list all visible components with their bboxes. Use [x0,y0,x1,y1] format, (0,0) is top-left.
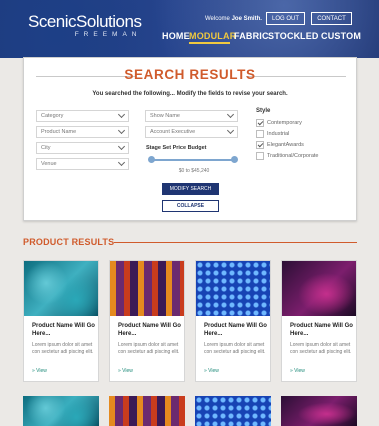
product-description: Lorem ipsum dolor sit amet con sectetur … [118,342,180,355]
product-image[interactable] [195,396,271,426]
product-name: Product Name Will Go Here... [32,323,95,337]
product-name-select[interactable]: Product Name [36,126,129,138]
product-name: Product Name Will Go Here... [118,323,181,337]
view-link[interactable]: » View [118,368,133,374]
product-name-select-value: Product Name [41,129,77,135]
city-select[interactable]: City [36,142,129,154]
site-header: ScenicSolutions FREEMAN Welcome Joe Smit… [0,0,379,58]
active-nav-indicator [189,42,230,44]
product-image[interactable] [196,261,270,316]
product-description: Lorem ipsum dolor sit amet con sectetur … [32,342,94,355]
style-heading: Style [256,108,271,114]
chevron-down-icon [117,158,126,167]
elegant-awards-label: ElegantAwards [267,142,304,148]
logo-subtext: FREEMAN [74,31,142,38]
contemporary-checkbox[interactable] [256,119,264,127]
product-description: Lorem ipsum dolor sit amet con sectetur … [204,342,266,355]
contemporary-label: Contemporary [267,120,302,126]
product-card[interactable]: Product Name Will Go Here... Lorem ipsum… [23,260,99,382]
chevron-down-icon [117,126,126,135]
traditional-corporate-label: Traditional/Corporate [267,153,319,159]
product-description: Lorem ipsum dolor sit amet con sectetur … [290,342,352,355]
budget-range: $0 to $45,240 [178,168,210,174]
budget-slider-max-handle[interactable] [231,156,238,163]
contact-button[interactable]: CONTACT [311,12,352,25]
welcome-prefix: Welcome [205,16,230,22]
chevron-down-icon [117,110,126,119]
product-image[interactable] [282,261,356,316]
account-executive-select-value: Account Executive [150,129,196,135]
welcome-message: Welcome Joe Smith. [205,16,262,22]
search-subtitle: You searched the following... Modify the… [92,91,288,97]
budget-label: Stage Set Price Budget [146,145,207,151]
product-image[interactable] [109,396,185,426]
product-card[interactable]: Product Name Will Go Here... Lorem ipsum… [195,260,271,382]
show-name-select[interactable]: Show Name [145,110,238,122]
industrial-label: Industrial [267,131,290,137]
view-link[interactable]: » View [204,368,219,374]
chevron-down-icon [226,110,235,119]
show-name-select-value: Show Name [150,113,180,119]
view-link[interactable]: » View [290,368,305,374]
logout-button[interactable]: LOG OUT [266,12,305,25]
product-name: Product Name Will Go Here... [204,323,267,337]
industrial-checkbox[interactable] [256,130,264,138]
collapse-button[interactable]: COLLAPSE [162,200,219,212]
product-name: Product Name Will Go Here... [290,323,353,337]
product-results-divider [114,242,357,243]
traditional-corporate-checkbox[interactable] [256,152,264,160]
budget-slider-track[interactable] [151,159,236,161]
view-link[interactable]: » View [32,368,47,374]
nav-stock[interactable]: STOCK [268,31,300,41]
city-select-value: City [41,145,51,151]
nav-fabric[interactable]: FABRIC [234,31,269,41]
product-image[interactable] [110,261,184,316]
product-image[interactable] [281,396,357,426]
venue-select[interactable]: Venue [36,158,129,170]
account-executive-select[interactable]: Account Executive [145,126,238,138]
nav-custom[interactable]: CUSTOM [321,31,361,41]
product-card[interactable]: Product Name Will Go Here... Lorem ipsum… [109,260,185,382]
nav-home[interactable]: HOME [162,31,190,41]
category-select-value: Category [41,113,64,119]
product-card[interactable]: Product Name Will Go Here... Lorem ipsum… [281,260,357,382]
modify-search-button[interactable]: MODIFY SEARCH [162,183,219,195]
product-image[interactable] [23,396,99,426]
search-results-panel: SEARCH RESULTS You searched the followin… [23,57,357,221]
product-image[interactable] [24,261,98,316]
user-name: Joe Smith. [231,16,262,22]
venue-select-value: Venue [41,161,57,167]
product-results-title: PRODUCT RESULTS [23,237,115,247]
chevron-down-icon [226,126,235,135]
chevron-down-icon [117,142,126,151]
search-results-title: SEARCH RESULTS [124,67,256,82]
budget-slider-min-handle[interactable] [148,156,155,163]
scenic-solutions-logo[interactable]: ScenicSolutions FREEMAN [28,12,142,38]
nav-led[interactable]: LED [300,31,319,41]
nav-modular[interactable]: MODULAR [189,31,236,41]
category-select[interactable]: Category [36,110,129,122]
logo-text: ScenicSolutions [28,12,142,31]
elegant-awards-checkbox[interactable] [256,141,264,149]
